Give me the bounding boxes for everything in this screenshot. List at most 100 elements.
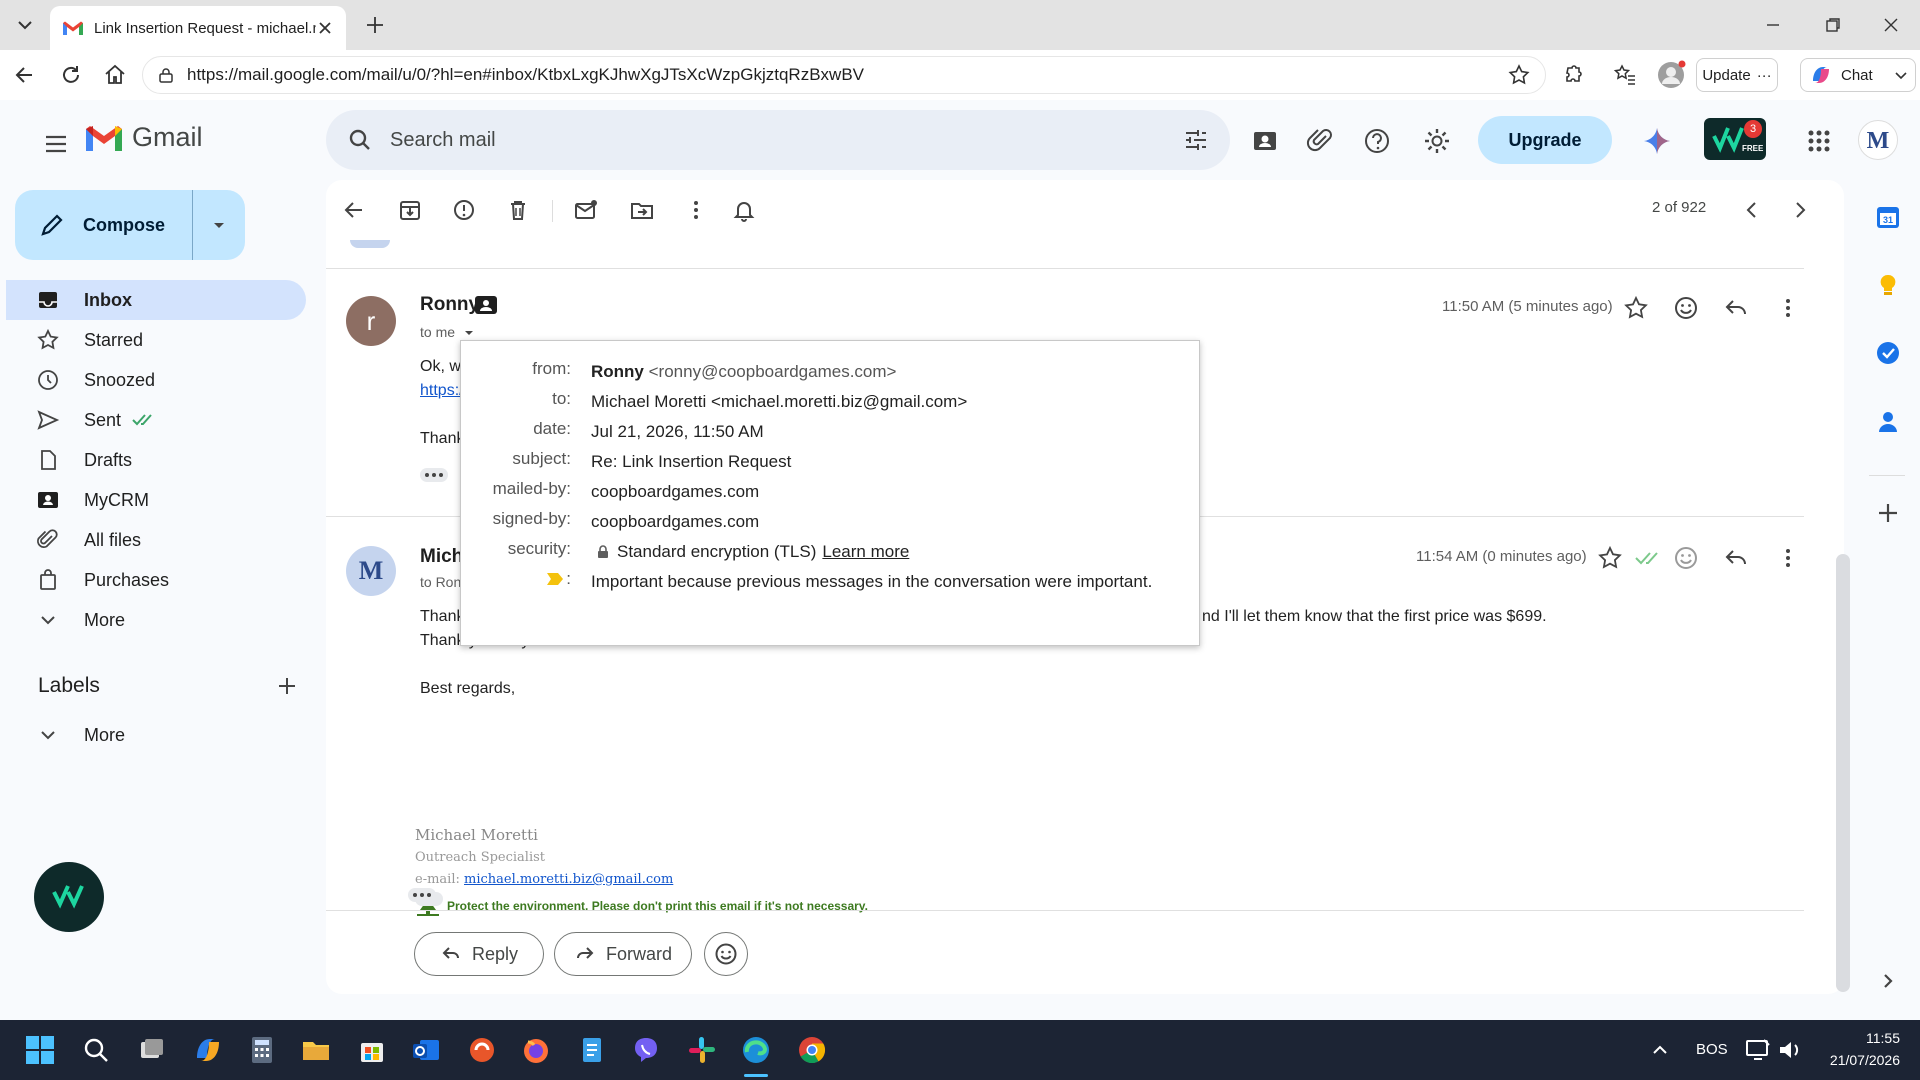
sidebar-item-drafts[interactable]: Drafts xyxy=(6,440,306,480)
clock-time[interactable]: 11:55 xyxy=(1830,1030,1900,1046)
close-window-button[interactable] xyxy=(1880,14,1902,36)
learn-more-link[interactable]: Learn more xyxy=(822,539,909,564)
delete-button[interactable] xyxy=(504,196,532,224)
sidebar-item-snoozed[interactable]: Snoozed xyxy=(6,360,306,400)
reply-button[interactable] xyxy=(1722,544,1750,572)
compose-button[interactable]: Compose xyxy=(15,190,245,260)
close-icon[interactable] xyxy=(316,19,334,37)
reply-button[interactable] xyxy=(1722,294,1750,322)
extensions-button[interactable] xyxy=(1560,62,1586,88)
move-to-button[interactable] xyxy=(628,196,656,224)
sidebar-item-all-files[interactable]: All files xyxy=(6,520,306,560)
search-input[interactable]: Search mail xyxy=(390,129,1182,152)
gmail-logo[interactable]: Gmail xyxy=(84,122,203,153)
contacts-panel-button[interactable] xyxy=(1875,408,1901,434)
search-bar[interactable]: Search mail xyxy=(326,110,1230,170)
apps-button[interactable] xyxy=(1804,126,1834,156)
calculator-button[interactable] xyxy=(246,1034,278,1066)
main-menu-button[interactable] xyxy=(36,124,76,164)
sender-name[interactable]: Ronny xyxy=(420,294,479,316)
labels-more[interactable]: More xyxy=(6,715,306,755)
sidebar-item-purchases[interactable]: Purchases xyxy=(6,560,306,600)
profile-avatar[interactable] xyxy=(1656,60,1686,90)
signature-email-link[interactable]: michael.moretti.biz@gmail.com xyxy=(464,872,673,887)
contact-card-icon[interactable] xyxy=(474,294,498,316)
site-info-icon[interactable] xyxy=(157,66,175,84)
microsoft-store-button[interactable] xyxy=(356,1034,388,1066)
minimize-button[interactable] xyxy=(1762,14,1784,36)
sidebar-item-mycrm[interactable]: MyCRM xyxy=(6,480,306,520)
maximize-button[interactable] xyxy=(1822,14,1844,36)
calendar-button[interactable]: 31 xyxy=(1875,204,1901,230)
plus-icon[interactable] xyxy=(276,675,298,697)
caret-down-icon[interactable] xyxy=(462,326,476,340)
home-button[interactable] xyxy=(102,62,128,88)
report-spam-button[interactable] xyxy=(450,196,478,224)
mark-unread-button[interactable] xyxy=(572,196,600,224)
notepad-button[interactable] xyxy=(576,1034,608,1066)
emoji-react-button[interactable] xyxy=(1672,544,1700,572)
back-button[interactable] xyxy=(12,62,38,88)
message-more-button[interactable] xyxy=(1774,544,1802,572)
reload-button[interactable] xyxy=(58,62,84,88)
clock-date[interactable]: 21/07/2026 xyxy=(1800,1052,1900,1068)
copilot-chat-button[interactable]: Chat xyxy=(1800,58,1916,92)
file-explorer-button[interactable] xyxy=(300,1034,332,1066)
language-indicator[interactable]: BOS xyxy=(1696,1041,1728,1058)
message-link[interactable]: https:/ xyxy=(420,382,464,400)
outlook-button[interactable] xyxy=(410,1034,442,1066)
network-button[interactable] xyxy=(1744,1036,1772,1064)
new-tab-button[interactable] xyxy=(362,12,388,38)
app-orange-button[interactable] xyxy=(466,1034,498,1066)
extension-badge-button[interactable]: 3 FREE xyxy=(1704,118,1766,160)
show-trimmed-content-button[interactable] xyxy=(420,468,448,482)
attachments-button[interactable] xyxy=(1306,126,1336,156)
taskbar-search-button[interactable] xyxy=(80,1034,112,1066)
slack-button[interactable] xyxy=(686,1034,718,1066)
reminder-bell-button[interactable] xyxy=(730,196,758,224)
settings-button[interactable] xyxy=(1422,126,1452,156)
back-to-inbox-button[interactable] xyxy=(340,196,368,224)
show-trimmed-content-button[interactable] xyxy=(415,892,443,906)
sidebar-item-more[interactable]: More xyxy=(6,600,306,640)
search-icon[interactable] xyxy=(346,126,374,154)
sidebar-item-inbox[interactable]: Inbox xyxy=(6,280,306,320)
search-options-icon[interactable] xyxy=(1182,126,1210,154)
update-button[interactable]: Update ··· xyxy=(1696,58,1778,92)
expand-side-panel-button[interactable] xyxy=(1875,968,1901,994)
tab-list-button[interactable] xyxy=(12,12,38,38)
message-more-button[interactable] xyxy=(1774,294,1802,322)
copilot-taskbar-button[interactable] xyxy=(192,1034,224,1066)
sidebar-item-sent[interactable]: Sent xyxy=(6,400,306,440)
emoji-react-button[interactable] xyxy=(1672,294,1700,322)
gemini-button[interactable] xyxy=(1642,126,1672,156)
upgrade-button[interactable]: Upgrade xyxy=(1478,116,1612,164)
tasks-button[interactable] xyxy=(1875,340,1901,366)
newer-button[interactable] xyxy=(1738,196,1766,224)
edge-button[interactable] xyxy=(740,1034,772,1066)
keep-button[interactable] xyxy=(1875,272,1901,298)
more-actions-button[interactable] xyxy=(682,196,710,224)
help-button[interactable] xyxy=(1362,126,1392,156)
url-bar[interactable]: https://mail.google.com/mail/u/0/?hl=en#… xyxy=(142,56,1546,94)
sender-avatar[interactable]: M xyxy=(346,546,396,596)
contacts-button[interactable] xyxy=(1250,126,1280,156)
get-addons-button[interactable] xyxy=(1875,500,1901,526)
compose-dropdown[interactable] xyxy=(193,190,245,260)
older-button[interactable] xyxy=(1786,196,1814,224)
sidebar-item-starred[interactable]: Starred xyxy=(6,320,306,360)
task-view-button[interactable] xyxy=(136,1034,168,1066)
start-button[interactable] xyxy=(24,1034,56,1066)
favorites-button[interactable] xyxy=(1612,62,1638,88)
sender-avatar[interactable]: r xyxy=(346,296,396,346)
archive-button[interactable] xyxy=(396,196,424,224)
star-button[interactable] xyxy=(1622,294,1650,322)
firefox-button[interactable] xyxy=(520,1034,552,1066)
pane-scrollbar[interactable] xyxy=(1836,554,1850,992)
chrome-button[interactable] xyxy=(796,1034,828,1066)
url-text[interactable]: https://mail.google.com/mail/u/0/?hl=en#… xyxy=(187,65,1507,85)
viber-button[interactable] xyxy=(630,1034,662,1066)
browser-tab[interactable]: Link Insertion Request - michael.m xyxy=(50,6,346,50)
show-hidden-icons-button[interactable] xyxy=(1648,1038,1672,1062)
crm-extension-button[interactable] xyxy=(34,862,104,932)
